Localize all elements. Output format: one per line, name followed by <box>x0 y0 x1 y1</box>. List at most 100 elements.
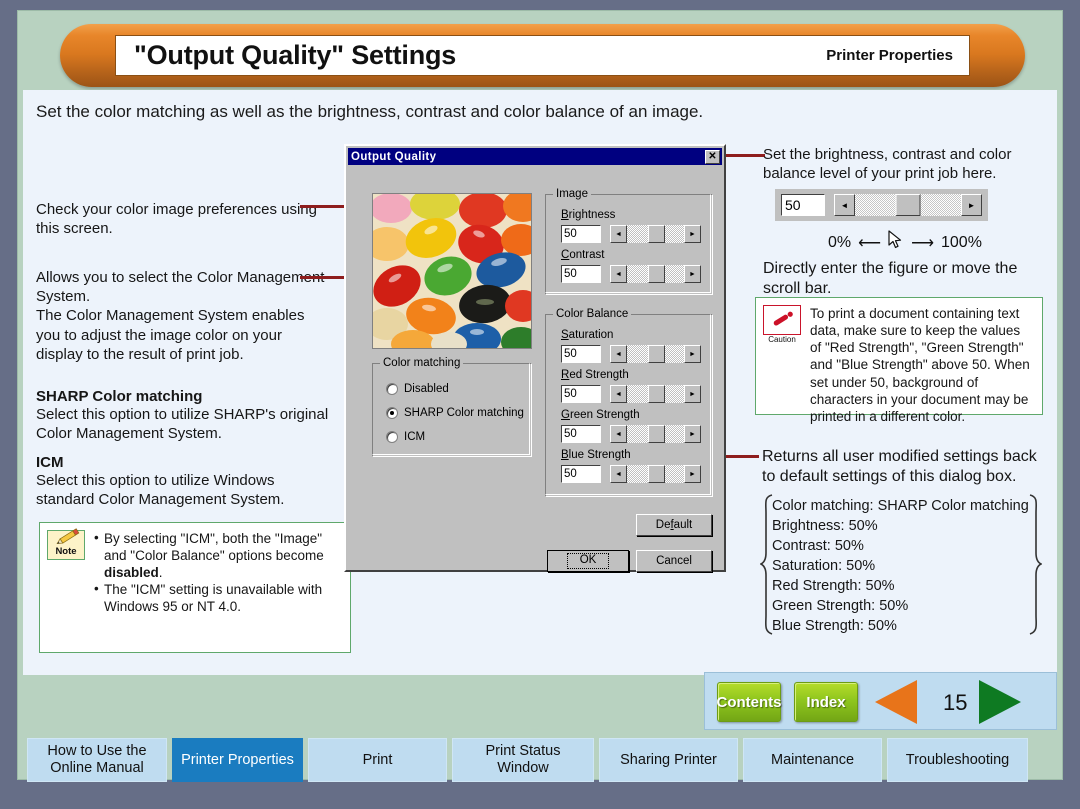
header-banner-inner: "Output Quality" Settings Printer Proper… <box>115 35 970 76</box>
green-strength-value[interactable]: 50 <box>561 425 601 443</box>
dialog-body: Color matching Disabled SHARP Color matc… <box>348 167 722 572</box>
contrast-right-arrow-icon[interactable]: ► <box>684 265 701 283</box>
color-matching-group: Color matching Disabled SHARP Color matc… <box>372 357 532 457</box>
caution-callout: Caution To print a document containing t… <box>755 297 1043 424</box>
demo-left-arrow-icon[interactable]: ◄ <box>834 194 855 216</box>
red-track[interactable] <box>627 385 684 403</box>
blue-strength-scrollbar[interactable]: ◄ ► <box>610 465 701 483</box>
radio-sharp-color-matching[interactable]: SHARP Color matching <box>386 407 524 419</box>
tab-maintenance[interactable]: Maintenance <box>743 738 882 782</box>
blue-right-arrow-icon[interactable]: ► <box>684 465 701 483</box>
green-right-arrow-icon[interactable]: ► <box>684 425 701 443</box>
note-badge-wrap: Note <box>47 528 87 615</box>
saturation-thumb[interactable] <box>647 345 665 363</box>
green-strength-scrollbar[interactable]: ◄ ► <box>610 425 701 443</box>
arrow-right-glyph: ⟶ <box>911 234 934 252</box>
red-thumb[interactable] <box>647 385 665 403</box>
radio-icon-disabled <box>386 383 398 395</box>
green-left-arrow-icon[interactable]: ◄ <box>610 425 627 443</box>
demo-track[interactable] <box>855 194 961 216</box>
radio-label-sharp: SHARP Color matching <box>404 407 524 419</box>
section-label: Printer Properties <box>826 47 953 64</box>
note-bullet-1: By selecting "ICM", both the "Image" and… <box>94 529 342 581</box>
default-button[interactable]: Default <box>636 514 712 536</box>
close-icon[interactable]: ✕ <box>705 149 720 164</box>
brightness-right-arrow-icon[interactable]: ► <box>684 225 701 243</box>
saturation-scrollbar[interactable]: ◄ ► <box>610 345 701 363</box>
tab-printer-properties[interactable]: Printer Properties <box>172 738 303 782</box>
tab-sharing-printer[interactable]: Sharing Printer <box>599 738 738 782</box>
brightness-label-rest: rightness <box>568 209 616 221</box>
tab-print[interactable]: Print <box>308 738 447 782</box>
intro-text: Set the color matching as well as the br… <box>36 102 704 121</box>
radio-icm[interactable]: ICM <box>386 431 425 443</box>
blue-track[interactable] <box>627 465 684 483</box>
next-page-arrow-icon[interactable] <box>979 680 1021 724</box>
previous-page-arrow-icon[interactable] <box>875 680 917 724</box>
defaults-list-block: Color matching: SHARP Color matching Bri… <box>760 493 1042 636</box>
default-line-1: Brightness: 50% <box>772 518 878 534</box>
caution-icon: Caution <box>763 305 801 344</box>
saturation-track[interactable] <box>627 345 684 363</box>
index-button[interactable]: Index <box>794 682 858 722</box>
caution-badge-wrap: Caution <box>763 305 803 425</box>
contrast-track[interactable] <box>627 265 684 283</box>
default-line-3: Saturation: 50% <box>772 558 876 574</box>
default-line-4: Red Strength: 50% <box>772 578 895 594</box>
left-heading-icm: ICM <box>36 454 64 471</box>
default-line-0: Color matching: SHARP Color matching <box>772 498 1029 514</box>
percent-range-row: 0% ⟵ ⟶ 100% <box>828 230 982 255</box>
contrast-thumb[interactable] <box>647 265 665 283</box>
dialog-titlebar[interactable]: Output Quality ✕ <box>348 148 722 165</box>
default-line-2: Contrast: 50% <box>772 538 864 554</box>
contrast-scrollbar[interactable]: ◄ ► <box>610 265 701 283</box>
red-left-arrow-icon[interactable]: ◄ <box>610 385 627 403</box>
page-root: "Output Quality" Settings Printer Proper… <box>0 0 1080 809</box>
green-strength-label: Green Strength <box>561 409 640 421</box>
brightness-track[interactable] <box>627 225 684 243</box>
radio-disabled[interactable]: Disabled <box>386 383 449 395</box>
cancel-button[interactable]: Cancel <box>636 550 712 572</box>
demo-scrollbar[interactable]: ◄ ► <box>834 194 982 216</box>
radio-icon-icm <box>386 431 398 443</box>
saturation-left-arrow-icon[interactable]: ◄ <box>610 345 627 363</box>
contents-button[interactable]: Contents <box>717 682 782 722</box>
saturation-value[interactable]: 50 <box>561 345 601 363</box>
ok-button[interactable]: OK <box>547 550 629 572</box>
red-strength-scrollbar[interactable]: ◄ ► <box>610 385 701 403</box>
right-para-2: Directly enter the figure or move the sc… <box>763 260 1018 298</box>
red-right-arrow-icon[interactable]: ► <box>684 385 701 403</box>
saturation-right-arrow-icon[interactable]: ► <box>684 345 701 363</box>
demo-right-arrow-icon[interactable]: ► <box>961 194 982 216</box>
red-strength-value[interactable]: 50 <box>561 385 601 403</box>
tab-troubleshooting[interactable]: Troubleshooting <box>887 738 1028 782</box>
tab-bar: How to Use the Online Manual Printer Pro… <box>27 738 1053 782</box>
demo-value-field[interactable]: 50 <box>781 194 825 216</box>
brightness-thumb[interactable] <box>647 225 665 243</box>
caution-text: To print a document containing text data… <box>810 306 1030 424</box>
right-para-1: Set the brightness, contrast and color b… <box>763 146 1012 183</box>
ok-button-label: OK <box>566 553 610 569</box>
header-banner: "Output Quality" Settings Printer Proper… <box>60 24 1025 87</box>
brightness-left-arrow-icon[interactable]: ◄ <box>610 225 627 243</box>
percent-min-label: 0% <box>828 233 852 251</box>
blue-left-arrow-icon[interactable]: ◄ <box>610 465 627 483</box>
green-track[interactable] <box>627 425 684 443</box>
green-thumb[interactable] <box>647 425 665 443</box>
blue-thumb[interactable] <box>647 465 665 483</box>
tab-how-to-use[interactable]: How to Use the Online Manual <box>27 738 167 782</box>
brightness-value[interactable]: 50 <box>561 225 601 243</box>
brightness-scrollbar[interactable]: ◄ ► <box>610 225 701 243</box>
contrast-value[interactable]: 50 <box>561 265 601 283</box>
tab-print-status-window[interactable]: Print Status Window <box>452 738 594 782</box>
red-strength-label: Red Strength <box>561 369 629 381</box>
demo-scrollbar-illustration: 50 ◄ ► <box>775 189 988 221</box>
demo-thumb[interactable] <box>895 194 921 216</box>
note-bullet-1-bold: disabled <box>104 565 159 580</box>
contrast-left-arrow-icon[interactable]: ◄ <box>610 265 627 283</box>
blue-strength-value[interactable]: 50 <box>561 465 601 483</box>
brightness-label: Brightness <box>561 209 616 221</box>
note-badge-label: Note <box>55 546 77 558</box>
right-para-3: Returns all user modified settings back … <box>762 448 1037 486</box>
left-para-3: Select this option to utilize SHARP's or… <box>36 406 329 443</box>
